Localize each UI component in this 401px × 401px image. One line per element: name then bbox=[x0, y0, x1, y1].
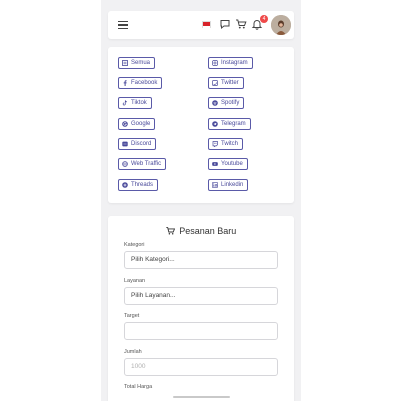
twitter-icon bbox=[212, 80, 218, 86]
category-button-telegram[interactable]: Telegram bbox=[208, 118, 251, 130]
avatar[interactable] bbox=[271, 15, 291, 35]
kategori-label: Kategori bbox=[124, 242, 145, 248]
layanan-label: Layanan bbox=[124, 278, 146, 284]
category-button-google[interactable]: Google bbox=[118, 118, 156, 130]
category-button-spotify[interactable]: Spotify bbox=[208, 97, 245, 109]
category-label: Spotify bbox=[221, 100, 240, 106]
spotify-icon bbox=[212, 100, 218, 106]
category-label: Google bbox=[131, 121, 151, 127]
category-label: Facebook bbox=[131, 80, 158, 86]
total-harga-label: Total Harga bbox=[124, 384, 153, 390]
category-button-twitch[interactable]: Twitch bbox=[208, 138, 244, 150]
tiktok-icon bbox=[122, 100, 128, 106]
order-title: Pesanan Baru bbox=[108, 226, 294, 236]
globe-icon bbox=[122, 161, 128, 167]
category-label: Telegram bbox=[221, 121, 246, 127]
category-button-youtube[interactable]: Youtube bbox=[208, 158, 248, 170]
telegram-icon bbox=[212, 121, 218, 127]
new-order-panel: Pesanan Baru Kategori Pilih Kategori... … bbox=[108, 216, 294, 401]
cart-icon bbox=[166, 227, 175, 235]
instagram-icon bbox=[212, 60, 218, 66]
order-title-text: Pesanan Baru bbox=[179, 226, 237, 236]
app-screen: 4 Semua Instagram Facebook Twitter Tikto… bbox=[101, 0, 301, 401]
category-button-facebook[interactable]: Facebook bbox=[118, 77, 163, 89]
twitch-icon bbox=[212, 141, 218, 147]
notification-badge: 4 bbox=[260, 15, 268, 23]
home-indicator bbox=[173, 396, 230, 398]
threads-icon bbox=[122, 182, 128, 188]
top-navbar: 4 bbox=[108, 11, 294, 39]
category-button-semua[interactable]: Semua bbox=[118, 57, 156, 69]
category-label: Semua bbox=[131, 60, 151, 66]
jumlah-label: Jumlah bbox=[124, 349, 142, 355]
category-panel: Semua Instagram Facebook Twitter Tiktok … bbox=[108, 47, 294, 203]
category-label: Web Traffic bbox=[131, 161, 162, 167]
chat-icon[interactable] bbox=[219, 18, 231, 30]
list-icon bbox=[122, 60, 128, 66]
category-button-twitter[interactable]: Twitter bbox=[208, 77, 244, 89]
category-label: Linkedin bbox=[221, 182, 244, 188]
category-label: Twitter bbox=[221, 80, 239, 86]
category-button-discord[interactable]: Discord bbox=[118, 138, 157, 150]
category-button-tiktok[interactable]: Tiktok bbox=[118, 97, 152, 109]
category-label: Instagram bbox=[221, 60, 248, 66]
target-input[interactable] bbox=[124, 322, 278, 340]
facebook-icon bbox=[123, 80, 127, 86]
target-label: Target bbox=[124, 313, 140, 319]
layanan-select[interactable]: Pilih Layanan... bbox=[124, 287, 278, 305]
cart-icon[interactable] bbox=[235, 18, 247, 30]
indonesia-flag-icon[interactable] bbox=[202, 21, 211, 29]
menu-icon[interactable] bbox=[118, 21, 128, 29]
category-label: Threads bbox=[131, 182, 154, 188]
google-icon bbox=[122, 121, 128, 127]
youtube-icon bbox=[212, 162, 218, 166]
kategori-select[interactable]: Pilih Kategori... bbox=[124, 251, 278, 269]
linkedin-icon bbox=[212, 182, 218, 188]
discord-icon bbox=[122, 141, 128, 147]
category-label: Discord bbox=[131, 141, 152, 147]
category-button-web-traffic[interactable]: Web Traffic bbox=[118, 158, 167, 170]
category-label: Twitch bbox=[221, 141, 239, 147]
category-button-linkedin[interactable]: Linkedin bbox=[208, 179, 249, 191]
category-label: Tiktok bbox=[131, 100, 147, 106]
jumlah-input[interactable]: 1000 bbox=[124, 358, 278, 376]
category-button-instagram[interactable]: Instagram bbox=[208, 57, 253, 69]
category-button-threads[interactable]: Threads bbox=[118, 179, 159, 191]
category-label: Youtube bbox=[221, 161, 243, 167]
